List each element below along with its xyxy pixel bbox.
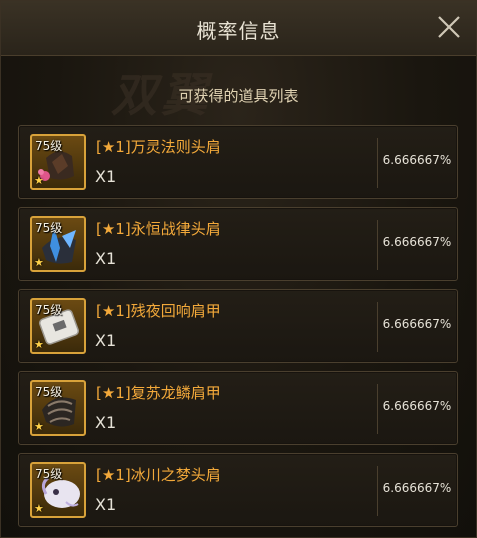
star-icon: ★: [34, 256, 44, 269]
item-level: 75级: [35, 303, 63, 317]
list-item[interactable]: 75级 ★ [★1]残夜回响肩甲 X1 6.666667%: [18, 289, 458, 363]
item-quantity: X1: [95, 413, 117, 432]
probability-dialog: 概率信息 双翼 可获得的道具列表 75级 ★ [★1]万灵法则头肩 X1 6.6…: [0, 0, 477, 538]
item-probability: 6.666667%: [382, 481, 452, 495]
item-name: [★1]万灵法则头肩: [96, 138, 221, 156]
item-probability: 6.666667%: [382, 317, 452, 331]
star-icon: ★: [34, 338, 44, 351]
list-item[interactable]: 75级 ★ [★1]永恒战律头肩 X1 6.666667%: [18, 207, 458, 281]
item-level: 75级: [35, 139, 63, 153]
item-level: 75级: [35, 385, 63, 399]
shoulder-armor-dragon-scale-icon: 75级 ★: [30, 380, 86, 436]
list-item[interactable]: 75级 ★ [★1]冰川之梦头肩 X1 6.666667%: [18, 453, 458, 527]
shoulder-armor-dark-pink-icon: 75级 ★: [30, 134, 86, 190]
shoulder-armor-white-spirit-icon: 75级 ★: [30, 462, 86, 518]
item-quantity: X1: [95, 331, 117, 350]
title-bar: 概率信息: [1, 1, 476, 56]
item-quantity: X1: [95, 249, 117, 268]
list-item[interactable]: 75级 ★ [★1]万灵法则头肩 X1 6.666667%: [18, 125, 458, 199]
divider: [377, 138, 378, 188]
divider: [377, 220, 378, 270]
item-name: [★1]冰川之梦头肩: [96, 466, 221, 484]
item-level: 75级: [35, 221, 63, 235]
divider: [377, 384, 378, 434]
shoulder-armor-blue-blade-icon: 75级 ★: [30, 216, 86, 272]
item-level: 75级: [35, 467, 63, 481]
item-name: [★1]残夜回响肩甲: [96, 302, 221, 320]
item-name: [★1]永恒战律头肩: [96, 220, 221, 238]
divider: [377, 302, 378, 352]
item-probability: 6.666667%: [382, 235, 452, 249]
item-quantity: X1: [95, 495, 117, 514]
close-icon[interactable]: [436, 14, 462, 40]
item-probability: 6.666667%: [382, 399, 452, 413]
star-icon: ★: [34, 174, 44, 187]
star-icon: ★: [34, 502, 44, 515]
list-item[interactable]: 75级 ★ [★1]复苏龙鳞肩甲 X1 6.666667%: [18, 371, 458, 445]
star-icon: ★: [34, 420, 44, 433]
item-quantity: X1: [95, 167, 117, 186]
item-name: [★1]复苏龙鳞肩甲: [96, 384, 221, 402]
divider: [377, 466, 378, 516]
item-probability: 6.666667%: [382, 153, 452, 167]
item-list-subtitle: 可获得的道具列表: [178, 87, 299, 105]
dialog-title: 概率信息: [196, 19, 281, 43]
shoulder-armor-white-plate-icon: 75级 ★: [30, 298, 86, 354]
